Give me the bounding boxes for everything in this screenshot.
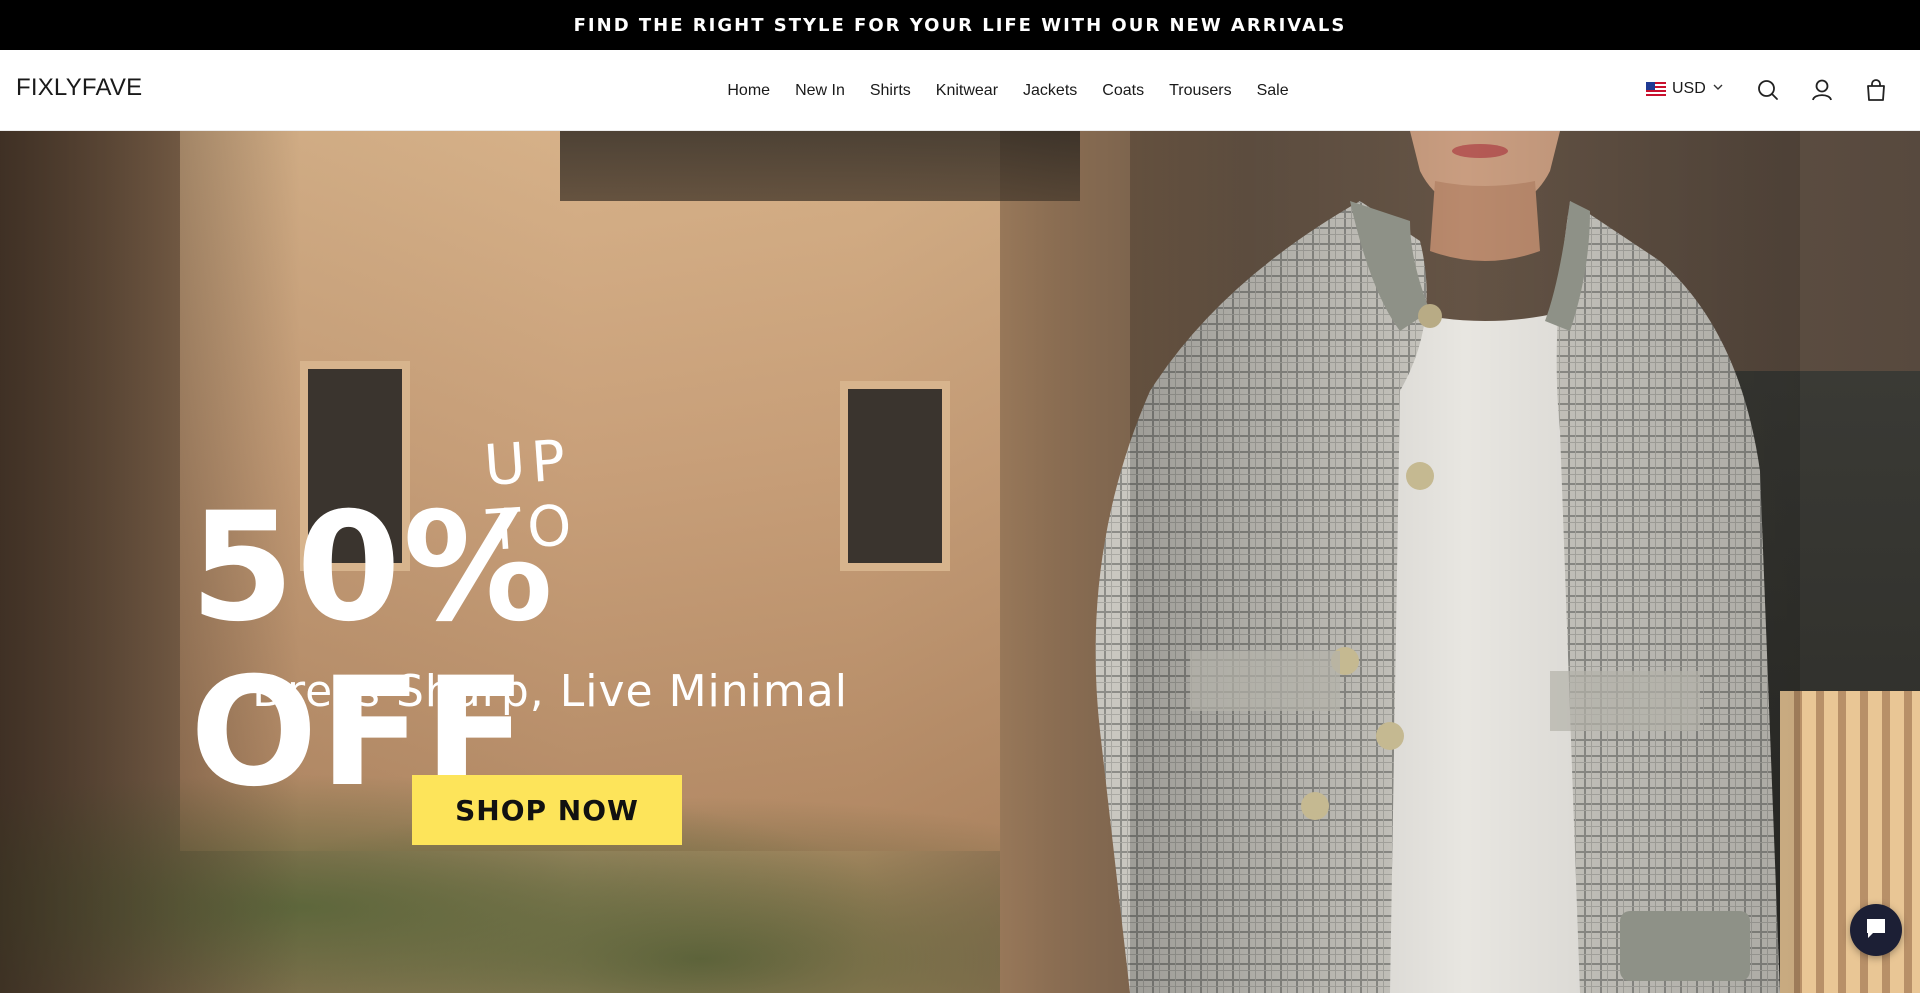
hero-subheadline: Dress Sharp, Live Minimal bbox=[252, 666, 848, 717]
main-nav: Home New In Shirts Knitwear Jackets Coat… bbox=[0, 50, 1920, 131]
announcement-text: FIND THE RIGHT STYLE FOR YOUR LIFE WITH … bbox=[573, 14, 1347, 36]
chat-button[interactable] bbox=[1850, 904, 1902, 956]
cart-icon[interactable] bbox=[1862, 76, 1890, 104]
currency-selector[interactable]: USD bbox=[1646, 80, 1724, 98]
site-logo[interactable]: FIXLYFAVE bbox=[16, 74, 142, 102]
account-icon[interactable] bbox=[1808, 76, 1836, 104]
nav-item-home[interactable]: Home bbox=[727, 82, 770, 100]
nav-item-shirts[interactable]: Shirts bbox=[870, 82, 911, 100]
hero-headline: 50% OFF bbox=[190, 481, 556, 820]
announcement-bar: FIND THE RIGHT STYLE FOR YOUR LIFE WITH … bbox=[0, 0, 1920, 50]
us-flag-icon bbox=[1646, 82, 1666, 96]
hero-banner[interactable]: UP TO 50% OFF Dress Sharp, Live Minimal … bbox=[0, 131, 1920, 993]
hero-promo: UP TO 50% OFF Dress Sharp, Live Minimal … bbox=[0, 131, 1100, 993]
nav-item-trousers[interactable]: Trousers bbox=[1169, 82, 1232, 100]
hero-model-image bbox=[1040, 131, 1800, 993]
shop-now-button[interactable]: SHOP NOW bbox=[412, 775, 682, 845]
nav-item-knitwear[interactable]: Knitwear bbox=[936, 82, 998, 100]
chat-bubble-icon bbox=[1863, 915, 1889, 946]
nav-item-coats[interactable]: Coats bbox=[1102, 82, 1144, 100]
nav-item-new-in[interactable]: New In bbox=[795, 82, 845, 100]
chevron-down-icon bbox=[1712, 80, 1724, 98]
currency-code: USD bbox=[1672, 80, 1706, 97]
nav-item-jackets[interactable]: Jackets bbox=[1023, 82, 1077, 100]
nav-item-sale[interactable]: Sale bbox=[1257, 82, 1289, 100]
search-icon[interactable] bbox=[1754, 76, 1782, 104]
hero-background-fence bbox=[1780, 691, 1920, 993]
site-header: FIXLYFAVE Home New In Shirts Knitwear Ja… bbox=[0, 50, 1920, 131]
